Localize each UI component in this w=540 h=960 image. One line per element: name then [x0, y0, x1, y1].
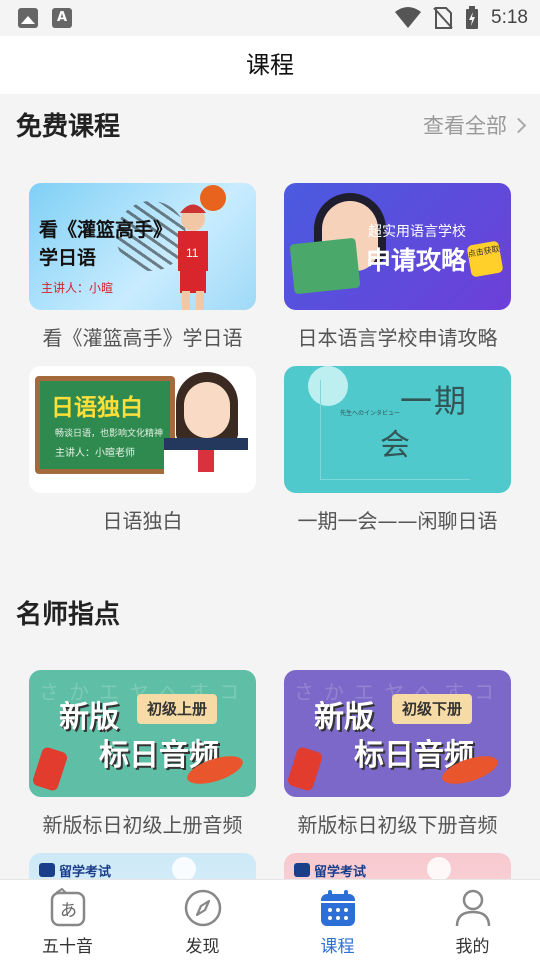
course-card-standard-japanese-vol1[interactable]: さかエヤへすコ 新版 初级上册 标日音频 新版标日初级上册音频	[29, 670, 256, 838]
battery-charging-icon	[466, 6, 479, 29]
ribbon-illustration	[198, 450, 214, 472]
course-card-slam-dunk[interactable]: 11 看《灌篮高手》 学日语 主讲人：小暄 看《灌篮高手》学日语	[29, 183, 256, 351]
course-caption: 一期一会——闲聊日语	[297, 509, 498, 533]
bus-icon	[294, 863, 310, 877]
thumb-title: 超实用语言学校	[368, 224, 466, 240]
page-title: 课程	[0, 36, 540, 94]
nav-label: 我的	[455, 937, 490, 957]
course-card-study-abroad-2[interactable]: 留学考试	[284, 853, 511, 879]
course-thumbnail: 一期 会 先生へのインタビュー	[284, 366, 511, 493]
course-card-study-abroad-1[interactable]: 留学考试	[29, 853, 256, 879]
course-caption: 日本语言学校申请攻略	[297, 326, 498, 350]
view-all-link[interactable]: 查看全部	[423, 106, 527, 146]
nav-label: 课程	[320, 937, 355, 957]
view-all-label: 查看全部	[423, 114, 507, 138]
course-card-ichigo-ichie[interactable]: 一期 会 先生へのインタビュー 一期一会——闲聊日语	[284, 366, 511, 534]
course-card-standard-japanese-vol2[interactable]: さかエヤへすコ 新版 初级下册 标日音频 新版标日初级下册音频	[284, 670, 511, 838]
image-icon	[18, 8, 38, 28]
book-illustration	[289, 237, 361, 295]
basketball-icon	[200, 185, 226, 211]
course-list[interactable]: 免费课程 查看全部 11 看《灌篮高手》 学日语 主讲人：小暄 看《灌篮高手》学…	[0, 94, 540, 879]
nav-label: 五十音	[42, 937, 93, 957]
girl-face-illustration	[184, 382, 230, 438]
thumb-title: 日语独白	[51, 394, 143, 421]
status-time: 5:18	[491, 7, 528, 28]
compass-icon	[184, 889, 221, 927]
svg-text:11: 11	[186, 246, 199, 260]
thumb-presenter: 主讲人：小暄	[41, 281, 114, 295]
thumb-subtitle: 学日语	[39, 247, 97, 269]
thumb-tag: 留学考试	[314, 865, 367, 879]
nav-tab-profile[interactable]: 我的	[405, 880, 540, 960]
nav-tab-kana[interactable]: あ 五十音	[0, 880, 135, 960]
thumb-title: 一期	[400, 382, 469, 420]
thumb-presenter: 主讲人：小暄老师	[55, 448, 135, 459]
course-thumbnail: 超实用语言学校 申请攻略 点击获取	[284, 183, 511, 310]
course-caption: 看《灌篮高手》学日语	[42, 326, 243, 350]
bus-icon	[39, 863, 55, 877]
course-card-language-school[interactable]: 超实用语言学校 申请攻略 点击获取 日本语言学校申请攻略	[284, 183, 511, 351]
chevron-right-icon	[510, 117, 527, 134]
person-icon	[455, 889, 490, 927]
nav-tab-courses[interactable]: 课程	[270, 880, 405, 960]
thumb-tag: 初级下册	[392, 694, 472, 724]
calendar-icon	[320, 890, 355, 926]
thumb-title: 看《灌篮高手》	[39, 219, 173, 241]
svg-text:あ: あ	[60, 901, 77, 921]
thumb-subtitle: 畅谈日语，也影响文化精神	[55, 429, 164, 439]
course-card-monologue[interactable]: 日语独白 畅谈日语，也影响文化精神 主讲人：小暄老师 日语独白	[29, 366, 256, 534]
course-thumbnail: 日语独白 畅谈日语，也影响文化精神 主讲人：小暄老师	[29, 366, 256, 493]
thumb-small-text: 先生へのインタビュー	[340, 410, 401, 417]
thumb-subtitle: 申请攻略	[366, 246, 467, 275]
course-caption: 新版标日初级上册音频	[42, 813, 243, 837]
text-a-icon: A	[52, 8, 72, 28]
flower-decoration	[172, 857, 196, 879]
teacher-courses-header: 名师指点	[16, 594, 524, 634]
flower-decoration	[427, 857, 451, 879]
nav-label: 发现	[185, 937, 220, 957]
course-thumbnail: 留学考试	[284, 853, 511, 879]
nav-tab-discover[interactable]: 发现	[135, 880, 270, 960]
bottom-navigation: あ 五十音 发现 课程 我的	[0, 879, 540, 960]
free-courses-header: 免费课程 查看全部	[16, 106, 527, 146]
course-thumbnail: 留学考试	[29, 853, 256, 879]
flag-illustration	[31, 745, 69, 793]
status-bar: A 5:18	[0, 0, 540, 36]
course-thumbnail: さかエヤへすコ 新版 初级下册 标日音频	[284, 670, 511, 797]
thumb-tag: 初级上册	[137, 694, 217, 724]
thumb-subtitle: 会	[380, 428, 410, 463]
course-caption: 日语独白	[102, 509, 183, 533]
course-thumbnail: 11 看《灌篮高手》 学日语 主讲人：小暄	[29, 183, 256, 310]
no-sim-icon	[433, 7, 453, 29]
course-caption: 新版标日初级下册音频	[297, 813, 498, 837]
section-title-teacher: 名师指点	[16, 599, 121, 629]
course-thumbnail: さかエヤへすコ 新版 初级上册 标日音频	[29, 670, 256, 797]
thumb-tag: 留学考试	[59, 865, 112, 879]
thumb-badge: 点击获取	[466, 240, 504, 278]
kana-book-icon: あ	[50, 888, 85, 927]
lantern-illustration	[286, 745, 324, 793]
wifi-icon	[395, 7, 422, 28]
